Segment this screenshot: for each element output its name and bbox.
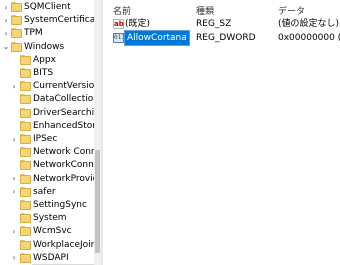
folder-icon	[20, 107, 31, 118]
tree-item-label: System	[33, 213, 67, 224]
folder-icon	[20, 252, 31, 263]
value-row[interactable]: ab (既定) REG_SZ (値の設定なし)	[103, 17, 340, 31]
tree-item[interactable]: WorkplaceJoin	[0, 238, 96, 252]
folder-icon	[20, 173, 31, 184]
dword-value-icon: 011	[113, 33, 124, 43]
folder-icon	[11, 28, 22, 39]
chevron-right-icon[interactable]: ›	[10, 251, 18, 265]
tree-item-label: CurrentVersion	[33, 81, 100, 92]
tree-item[interactable]: › SQMClient	[0, 0, 94, 14]
tree-item-label: SettingSync	[33, 200, 87, 210]
value-data: 0x00000000 (0)	[278, 33, 340, 43]
folder-icon	[20, 226, 31, 237]
chevron-right-icon[interactable]: ›	[10, 172, 18, 186]
registry-tree[interactable]: › SQMClient › SystemCertificates › TPM ⌄ Window…	[0, 0, 101, 265]
chevron-right-icon[interactable]: ›	[2, 0, 10, 14]
folder-icon	[20, 186, 31, 197]
tree-item-label: safer	[33, 186, 56, 197]
chevron-right-icon[interactable]: ›	[10, 79, 18, 93]
tree-item-label: SystemCertificates	[24, 15, 101, 26]
tree-item[interactable]: › safer	[0, 185, 94, 199]
tree-item[interactable]: DataCollection	[0, 92, 99, 106]
folder-icon	[20, 134, 31, 144]
value-row-selected[interactable]: 011 AllowCortana REG_DWORD 0x00000000 (0…	[103, 30, 340, 46]
tree-item[interactable]: BITS	[0, 66, 94, 80]
tree-item-label: IPSec	[33, 134, 58, 144]
chevron-right-icon[interactable]: ›	[2, 13, 10, 27]
tree-item[interactable]: › IPSec	[0, 132, 94, 146]
tree-item[interactable]: DriverSearching	[0, 106, 101, 120]
folder-icon	[20, 120, 31, 131]
tree-item[interactable]: › WcmSvc	[0, 224, 94, 238]
scrollbar-thumb[interactable]	[95, 150, 100, 253]
tree-item[interactable]: EnhancedStorag	[0, 119, 101, 133]
tree-item-label: EnhancedStorag	[33, 120, 101, 131]
column-header-data[interactable]: データ	[278, 4, 305, 17]
folder-icon	[20, 54, 31, 65]
folder-icon	[20, 213, 31, 224]
chevron-right-icon[interactable]: ›	[10, 185, 18, 199]
tree-item-label: WorkplaceJoin	[33, 239, 97, 250]
tree-item[interactable]: SettingSync	[0, 198, 94, 212]
tree-item-label: Windows	[24, 41, 65, 52]
column-header-name[interactable]: 名前	[113, 4, 131, 17]
chevron-right-icon[interactable]: ›	[2, 26, 10, 40]
tree-item[interactable]: › WSDAPI	[0, 251, 94, 265]
folder-icon	[11, 2, 22, 12]
tree-scrollbar[interactable]	[94, 0, 101, 265]
folder-icon	[20, 68, 31, 78]
tree-item[interactable]: › TPM	[0, 26, 94, 40]
tree-item[interactable]: Network Connec	[0, 145, 101, 159]
string-value-icon: ab	[113, 19, 124, 29]
tree-item-label: NetworkConnect	[33, 160, 101, 171]
tree-item-label: WcmSvc	[33, 226, 72, 237]
tree-item-label: DriverSearching	[33, 107, 101, 118]
values-list: 名前 種類 データ ab (既定) REG_SZ (値の設定なし) 011 Al…	[103, 0, 340, 265]
tree-item-label: Appx	[33, 54, 56, 65]
tree-item-label: WSDAPI	[33, 252, 69, 263]
value-type: REG_DWORD	[196, 33, 256, 43]
folder-icon	[20, 81, 31, 92]
tree-item[interactable]: › SystemCertificates	[0, 13, 101, 27]
folder-icon	[11, 15, 22, 26]
tree-item-label: BITS	[33, 68, 54, 78]
folder-icon	[20, 239, 31, 250]
tree-item-label: NetworkProvide	[33, 173, 101, 184]
tree-item-label: Network Connec	[33, 147, 101, 158]
tree-item-label: SQMClient	[24, 2, 71, 12]
tree-item[interactable]: › NetworkProvide	[0, 172, 101, 186]
tree-item-label: TPM	[24, 28, 43, 39]
tree-item[interactable]: ⌄ Windows	[0, 40, 94, 54]
value-name: (既定)	[125, 19, 151, 29]
tree-item[interactable]: Appx	[0, 53, 94, 67]
folder-icon	[20, 160, 31, 171]
tree-item[interactable]: NetworkConnect	[0, 158, 101, 172]
tree-item-label: DataCollection	[33, 94, 100, 105]
value-name-edit[interactable]: AllowCortana	[124, 30, 190, 46]
folder-icon	[20, 200, 31, 210]
value-data: (値の設定なし)	[278, 19, 340, 29]
tree-item[interactable]: System	[0, 211, 94, 225]
column-header-type[interactable]: 種類	[196, 4, 214, 17]
folder-icon	[11, 41, 22, 52]
chevron-down-icon[interactable]: ⌄	[2, 40, 10, 54]
chevron-right-icon[interactable]: ›	[10, 132, 18, 146]
chevron-right-icon[interactable]: ›	[10, 224, 18, 238]
folder-icon	[20, 147, 31, 158]
folder-icon	[20, 94, 31, 105]
tree-item[interactable]: › CurrentVersion	[0, 79, 100, 93]
value-type: REG_SZ	[196, 19, 232, 29]
